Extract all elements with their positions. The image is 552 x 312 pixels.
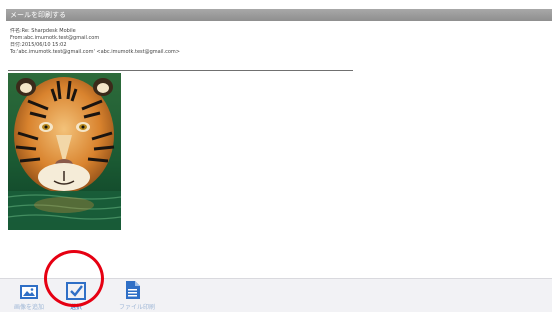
email-date: 日付:2015/06/10 15:02	[10, 42, 67, 48]
select-label: 選択	[69, 304, 82, 311]
title-bar: メールを印刷する	[6, 9, 552, 21]
email-from: From:abc.imumotk.test@gmail.com	[10, 35, 100, 41]
email-header: 件名:Re: Sharpdesk Mobile From:abc.imumotk…	[10, 28, 355, 56]
header-divider	[8, 70, 353, 71]
file-print-label: ファイル印刷	[118, 304, 155, 311]
email-to: To:'abc.imumotk.test@gmail.com' <abc.imu…	[10, 49, 180, 55]
tiger-image	[8, 73, 121, 230]
add-image-label: 画像を追加	[13, 304, 44, 311]
file-print-button[interactable]: ファイル印刷	[104, 279, 170, 312]
checkbox-icon	[66, 282, 86, 304]
select-button[interactable]: 選択	[56, 279, 96, 312]
page-title: メールを印刷する	[10, 11, 66, 19]
bottom-toolbar: 画像を追加 選択 ファイル印刷	[0, 278, 552, 312]
document-icon	[124, 280, 142, 304]
add-image-button[interactable]: 画像を追加	[4, 279, 54, 312]
image-icon	[20, 284, 38, 303]
top-strip	[0, 0, 552, 9]
email-subject: 件名:Re: Sharpdesk Mobile	[10, 28, 76, 34]
